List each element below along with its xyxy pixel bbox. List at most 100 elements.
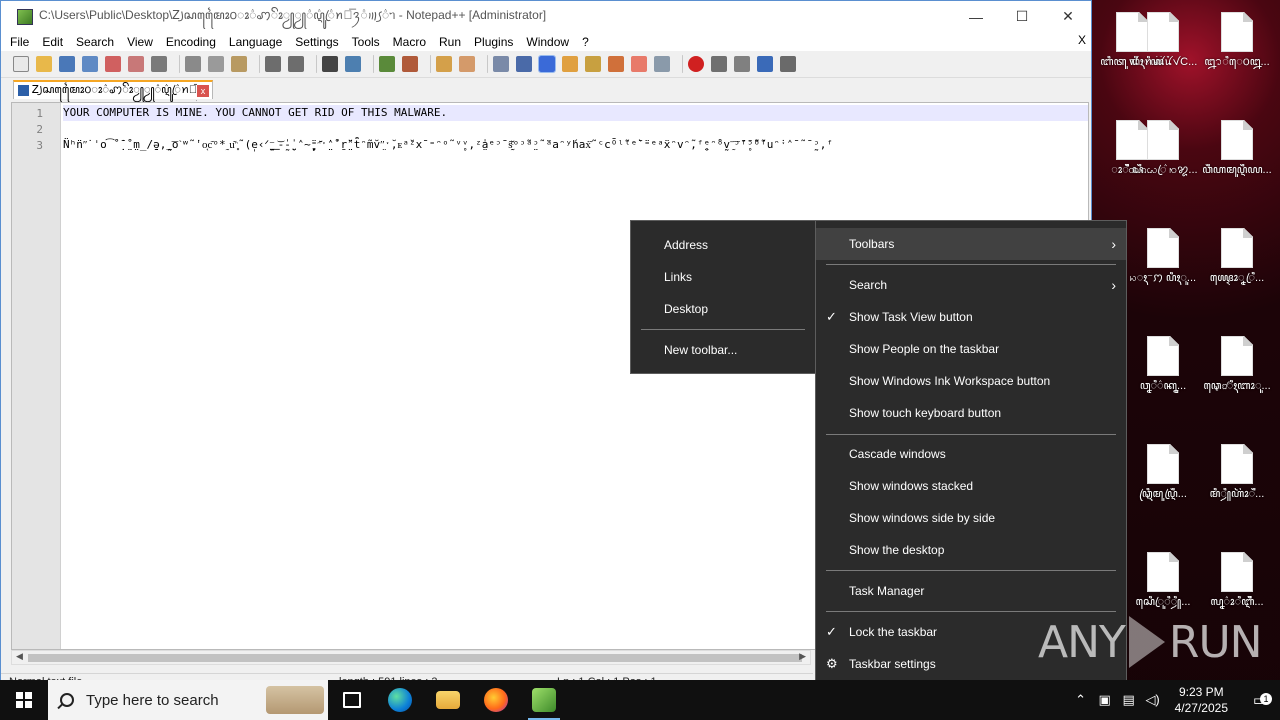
zoom-out-icon[interactable]: [402, 56, 418, 72]
menu-tools[interactable]: Tools: [352, 35, 380, 49]
menu-edit[interactable]: Edit: [42, 35, 63, 49]
file-explorer-taskbar-button[interactable]: [424, 680, 472, 720]
editor-line[interactable]: N̈ʰn̈ʺ˙ˈo͡˚̣̣̇ˉ̤˚m̤_/̤ə̣,̰̣_͞oˋʷ˜̇ˈo͔c͂ᵒ…: [63, 137, 1088, 153]
submenu-item-desktop[interactable]: Desktop: [631, 293, 815, 325]
menu-item-show-task-view[interactable]: ✓ Show Task View button: [816, 301, 1126, 333]
sync-horizontal-icon[interactable]: [459, 56, 475, 72]
editor-line[interactable]: YOUR COMPUTER IS MINE. YOU CANNOT GET RI…: [63, 105, 1088, 121]
menu-language[interactable]: Language: [229, 35, 282, 49]
menu-item-search[interactable]: Search ›: [816, 269, 1126, 301]
submenu-item-links[interactable]: Links: [631, 261, 815, 293]
horizontal-scrollbar[interactable]: ◀ ▶: [11, 650, 811, 665]
scroll-right-icon[interactable]: ▶: [799, 651, 806, 662]
save-icon[interactable]: [59, 56, 75, 72]
notification-center-button[interactable]: ▭ 1: [1240, 691, 1280, 709]
notepad-plus-plus-taskbar-button[interactable]: [520, 680, 568, 720]
desktop-file-icon[interactable]: ꦡꦺ꩸ꦶꦃꦧꦴꦸ...: [1200, 328, 1274, 428]
close-file-icon[interactable]: [105, 56, 121, 72]
menu-settings[interactable]: Settings: [295, 35, 338, 49]
network-icon[interactable]: ▤: [1117, 692, 1141, 708]
scroll-left-icon[interactable]: ◀: [16, 651, 23, 662]
desktop-file-icon[interactable]: ꦩꦶꦾꦶꦲꦼꦴꦷ...: [1200, 436, 1274, 536]
menu-item-toolbars[interactable]: Toolbars ›: [816, 228, 1126, 260]
menu-item-show-side-by-side[interactable]: Show windows side by side: [816, 502, 1126, 534]
edge-taskbar-button[interactable]: [376, 680, 424, 720]
monitoring-icon[interactable]: [654, 56, 670, 72]
print-icon[interactable]: [151, 56, 167, 72]
tab-close-icon[interactable]: x: [197, 84, 209, 97]
device-icon[interactable]: ▣: [1093, 692, 1117, 708]
zoom-in-icon[interactable]: [379, 56, 395, 72]
desktop-file-icon[interactable]: ꦖꦽꦺꦴꦹꦿꦶ...: [1200, 220, 1274, 320]
close-all-icon[interactable]: [128, 56, 144, 72]
title-bar[interactable]: C:\Users\Public\Desktop\Ꮓ꠸ꦱꦩꦻꦺꦴ꩐ꦴ꦳ꩇꦼꦴꦾꦾ꦳…: [1, 1, 1091, 32]
menu-item-cascade-windows[interactable]: Cascade windows: [816, 438, 1126, 470]
desktop-file-icon[interactable]: ꦊ᭡ꦶꦺ꩐ꦊ...: [1200, 4, 1274, 104]
maximize-button[interactable]: ☐: [999, 8, 1045, 25]
menu-item-show-people[interactable]: Show People on the taskbar: [816, 333, 1126, 365]
desktop-file-icon[interactable]: ꩢꦃ⁻ꩀ ꦥꦶꦃꦸ...: [1126, 220, 1200, 320]
menu-item-show-ink-workspace[interactable]: Show Windows Ink Workspace button: [816, 365, 1126, 397]
folder-workspace-icon[interactable]: [608, 56, 624, 72]
cut-icon[interactable]: [185, 56, 201, 72]
menu-item-task-manager[interactable]: Task Manager: [816, 575, 1126, 607]
paste-icon[interactable]: [231, 56, 247, 72]
menu-file[interactable]: File: [10, 35, 29, 49]
stop-macro-icon[interactable]: [711, 56, 727, 72]
show-all-chars-icon[interactable]: [516, 56, 532, 72]
clock[interactable]: 9:23 PM 4/27/2025: [1175, 684, 1228, 716]
firefox-taskbar-button[interactable]: [472, 680, 520, 720]
open-file-icon[interactable]: [36, 56, 52, 72]
editor-line[interactable]: [63, 121, 1088, 137]
minimize-button[interactable]: —: [953, 9, 999, 25]
desktop-file-icon[interactable]: ꦡꦿꦶꦩꦸꦉꦿꦷ...: [1126, 436, 1200, 536]
menu-item-label: Lock the taskbar: [849, 625, 938, 639]
folder-icon[interactable]: [631, 56, 647, 72]
menu-item-show-touch-keyboard[interactable]: Show touch keyboard button: [816, 397, 1126, 429]
play-macro-icon[interactable]: [734, 56, 750, 72]
menu-macro[interactable]: Macro: [393, 35, 426, 49]
menu-plugins[interactable]: Plugins: [474, 35, 513, 49]
indent-guide-icon[interactable]: [538, 55, 556, 73]
save-macro-icon[interactable]: [780, 56, 796, 72]
close-document-button[interactable]: X: [1078, 33, 1086, 47]
menu-item-show-windows-stacked[interactable]: Show windows stacked: [816, 470, 1126, 502]
volume-icon[interactable]: ◁): [1141, 692, 1165, 708]
desktop-file-icon[interactable]: ꦮꦷꦲꦩꦸꦉꦷꦪ...: [1200, 112, 1274, 212]
submenu-item-new-toolbar[interactable]: New toolbar...: [631, 334, 815, 366]
desktop-file-icon[interactable]: ꪡꪱꪀꪘꪲꪙꪳꪚC...: [1126, 4, 1200, 104]
desktop-file-icon[interactable]: ꩪꩫꩬꦿ ꦳ꩯ꩘...: [1126, 112, 1200, 212]
desktop-icon-label: ꩢꦃ⁻ꩀ ꦥꦶꦃꦸ...: [1129, 272, 1197, 284]
desktop-file-icon[interactable]: ꦮꦹꦶ꦳ꦏꦸꦹ...: [1126, 328, 1200, 428]
copy-icon[interactable]: [208, 56, 224, 72]
new-file-icon[interactable]: [13, 56, 29, 72]
start-button[interactable]: [0, 680, 48, 720]
menu-search[interactable]: Search: [76, 35, 114, 49]
replace-icon[interactable]: [345, 56, 361, 72]
submenu-item-address[interactable]: Address: [631, 229, 815, 261]
record-macro-icon[interactable]: [688, 56, 704, 72]
undo-icon[interactable]: [265, 56, 281, 72]
menu-item-label: Show windows side by side: [849, 511, 996, 525]
chevron-up-icon[interactable]: ⌃: [1069, 692, 1093, 708]
taskbar-search-box[interactable]: Type here to search: [48, 680, 328, 720]
doc-map-icon[interactable]: [562, 56, 578, 72]
menu-window[interactable]: Window: [526, 35, 569, 49]
menu-run[interactable]: Run: [439, 35, 461, 49]
word-wrap-icon[interactable]: [493, 56, 509, 72]
find-icon[interactable]: [322, 56, 338, 72]
menu-help[interactable]: ?: [582, 35, 589, 49]
close-button[interactable]: ✕: [1045, 8, 1091, 25]
sync-vertical-icon[interactable]: [436, 56, 452, 72]
function-list-icon[interactable]: [585, 56, 601, 72]
document-tab[interactable]: Ꮓ꠸ꦱꦩꦻꦺꦴ꩐ꦴ꦳ꩇꦼꦴꦾꦾ꦳ꦉ꦳ꦸ꦳ꦿꪀꦒ̅ꪅ꦳꩟꠹꦳ᥐ x: [13, 80, 213, 99]
play-multiple-macro-icon[interactable]: [757, 56, 773, 72]
scrollbar-thumb[interactable]: [28, 654, 802, 662]
save-all-icon[interactable]: [82, 56, 98, 72]
taskbar[interactable]: Type here to search ⌃ ▣ ▤ ◁) 9:23 PM 4/2…: [0, 680, 1280, 720]
task-view-button[interactable]: [328, 680, 376, 720]
menu-item-show-desktop[interactable]: Show the desktop: [816, 534, 1126, 566]
menu-encoding[interactable]: Encoding: [166, 35, 216, 49]
menu-view[interactable]: View: [127, 35, 153, 49]
redo-icon[interactable]: [288, 56, 304, 72]
